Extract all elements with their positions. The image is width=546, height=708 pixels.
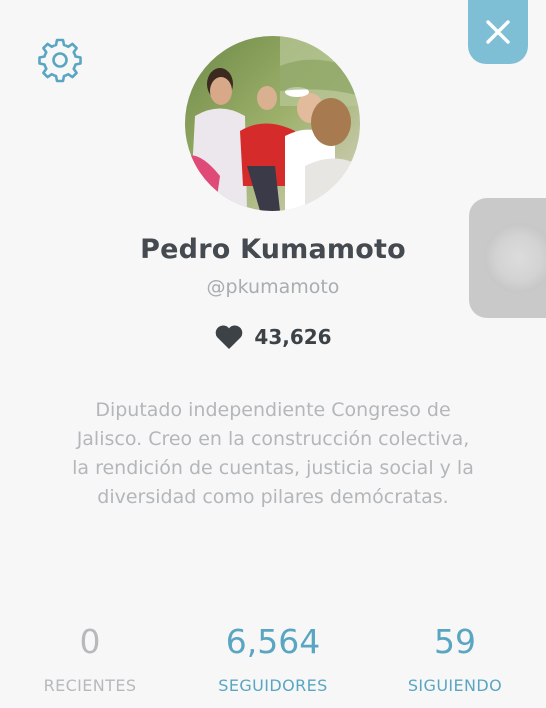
likes-count: 43,626	[254, 325, 332, 349]
profile-card: Pedro Kumamoto @pkumamoto 43,626 Diputad…	[0, 0, 546, 708]
stat-recientes[interactable]: 0 RECIENTES	[20, 620, 160, 695]
likes-counter: 43,626	[0, 324, 546, 350]
stat-value: 59	[434, 622, 476, 661]
stat-label: SEGUIDORES	[218, 676, 328, 695]
gear-icon	[38, 38, 82, 83]
close-icon	[486, 20, 510, 44]
heart-icon	[216, 325, 243, 349]
stat-value: 6,564	[225, 622, 321, 661]
stat-label: RECIENTES	[43, 676, 137, 695]
stat-label: SIGUIENDO	[407, 676, 503, 695]
close-button[interactable]	[468, 0, 528, 64]
stat-seguidores[interactable]: 6,564 SEGUIDORES	[190, 620, 356, 695]
settings-button[interactable]	[37, 37, 83, 83]
stat-value: 0	[79, 622, 101, 661]
avatar	[185, 36, 360, 211]
profile-bio: Diputado independiente Congreso de Jalis…	[72, 399, 474, 508]
profile-name: Pedro Kumamoto	[140, 234, 406, 265]
stat-siguiendo[interactable]: 59 SIGUIENDO	[385, 620, 525, 695]
profile-handle: @pkumamoto	[206, 276, 340, 298]
